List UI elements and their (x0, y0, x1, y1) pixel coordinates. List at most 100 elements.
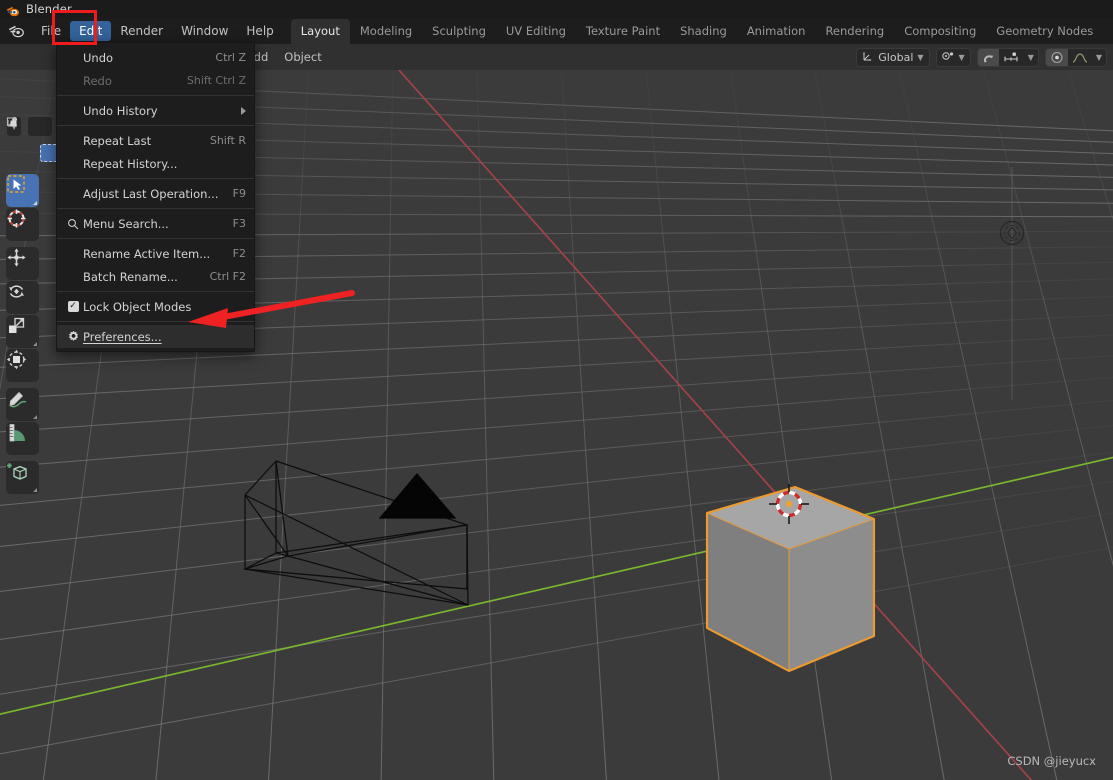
menu-separator (57, 208, 254, 209)
annotation-pointer-arrow (188, 290, 355, 328)
blender-menu-logo-icon[interactable] (8, 24, 25, 39)
menu-item-undo[interactable]: Undo Ctrl Z (57, 46, 254, 69)
tool-rotate[interactable] (6, 281, 39, 314)
menu-item-repeat-last[interactable]: Repeat Last Shift R (57, 129, 254, 152)
tab-scripting[interactable]: Scripting (1103, 19, 1113, 44)
tool-group-add (6, 461, 39, 494)
tool-submenu-indicator (33, 342, 37, 346)
menubar-item-window[interactable]: Window (172, 21, 237, 41)
checkbox-checked-icon[interactable]: ✓ (63, 301, 83, 312)
menu-item-rename-active-item-shortcut: F2 (232, 247, 246, 260)
orientation-gizmo-icon (862, 50, 874, 65)
measure-ruler-icon (9, 424, 25, 442)
select-box-icon (7, 175, 25, 193)
menu-item-repeat-history[interactable]: Repeat History... (57, 152, 254, 175)
tool-group-annotate (6, 388, 39, 455)
search-icon (63, 218, 83, 230)
chevron-down-icon: ▼ (1027, 52, 1034, 62)
watermark-text: CSDN @jieyucx (1007, 754, 1096, 768)
move-arrows-icon (7, 248, 26, 267)
menu-item-adjust-last-operation-shortcut: F9 (232, 187, 246, 200)
scale-icon (9, 317, 25, 333)
tool-transform[interactable] (6, 349, 39, 382)
smooth-falloff-icon (1072, 52, 1088, 63)
tab-rendering[interactable]: Rendering (815, 19, 894, 44)
menu-item-batch-rename-label: Batch Rename... (83, 269, 178, 284)
tool-add-cube[interactable] (6, 461, 39, 494)
menu-item-rename-active-item[interactable]: Rename Active Item... F2 (57, 242, 254, 265)
menu-item-repeat-last-shortcut: Shift R (209, 134, 246, 147)
proportional-edit-icon (1051, 51, 1063, 63)
tool-cursor[interactable] (6, 208, 39, 241)
submenu-arrow-icon (241, 106, 246, 115)
tab-compositing[interactable]: Compositing (894, 19, 986, 44)
tool-move[interactable] (6, 247, 39, 280)
blender-logo-icon (6, 3, 20, 16)
menu-item-menu-search-label: Menu Search... (83, 216, 169, 231)
snapping-controls: ▼ (976, 47, 1039, 67)
menu-item-menu-search-shortcut: F3 (232, 217, 246, 230)
gear-icon (63, 330, 83, 343)
menu-separator (57, 95, 254, 96)
object-mode-icon (6, 117, 17, 127)
3d-cursor-icon (7, 209, 26, 228)
tab-animation[interactable]: Animation (737, 19, 816, 44)
tool-submenu-indicator (33, 201, 37, 205)
menu-item-batch-rename-shortcut: Ctrl F2 (209, 270, 246, 283)
snap-increment-icon (1004, 52, 1018, 61)
menubar-item-help[interactable]: Help (237, 21, 282, 41)
transform-icon (6, 349, 27, 370)
tab-geometry-nodes[interactable]: Geometry Nodes (986, 19, 1103, 44)
axis-x-red (397, 70, 1033, 780)
top-menubar: File Edit Render Window Help Layout Mode… (0, 18, 1113, 44)
menu-separator (57, 238, 254, 239)
viewport-left-toolbar (6, 174, 39, 498)
interaction-mode-dropdown[interactable] (6, 116, 54, 137)
magnet-icon (983, 54, 993, 62)
tool-submenu-indicator (33, 415, 37, 419)
menu-item-undo-history[interactable]: Undo History (57, 99, 254, 122)
snap-target-dropdown[interactable] (999, 49, 1024, 66)
chevron-down-icon: ▼ (917, 52, 924, 62)
menu-item-repeat-history-label: Repeat History... (83, 156, 178, 171)
pivot-point-dropdown[interactable]: ▼ (935, 47, 971, 67)
tool-select-box[interactable] (6, 174, 39, 207)
menu-separator (57, 125, 254, 126)
menu-item-menu-search[interactable]: Menu Search... F3 (57, 212, 254, 235)
menu-item-undo-shortcut: Ctrl Z (215, 51, 246, 64)
menubar-item-render[interactable]: Render (111, 21, 172, 41)
menu-item-rename-active-item-label: Rename Active Item... (83, 246, 211, 261)
tab-sculpting[interactable]: Sculpting (422, 19, 496, 44)
menubar-item-edit[interactable]: Edit (70, 21, 112, 41)
tab-texture-paint[interactable]: Texture Paint (576, 19, 670, 44)
tool-scale[interactable] (6, 315, 39, 348)
tool-group-transform (6, 247, 39, 382)
pivot-point-icon (941, 50, 955, 65)
tab-shading[interactable]: Shading (670, 19, 737, 44)
transform-orientation-dropdown[interactable]: Global ▼ (856, 47, 930, 67)
window-title: Blender (26, 2, 72, 16)
proportional-editing-controls: ▼ (1044, 47, 1107, 67)
tab-modeling[interactable]: Modeling (350, 19, 422, 44)
blender-window: Blender File Edit Render Window Help Lay… (0, 0, 1113, 780)
snap-options-chevron[interactable]: ▼ (1024, 49, 1038, 66)
snap-magnet-toggle[interactable] (977, 48, 999, 66)
rotate-icon (9, 285, 24, 298)
tab-uv-editing[interactable]: UV Editing (496, 19, 576, 44)
chevron-down-icon: ▼ (1095, 52, 1102, 62)
proportional-falloff-dropdown[interactable] (1068, 49, 1092, 66)
menu-item-batch-rename[interactable]: Batch Rename... Ctrl F2 (57, 265, 254, 288)
workspace-tabs: Layout Modeling Sculpting UV Editing Tex… (290, 18, 1113, 44)
add-cube-icon (7, 463, 27, 480)
tool-annotate[interactable] (6, 388, 39, 421)
header-menu-object[interactable]: Object (276, 50, 329, 64)
tab-layout[interactable]: Layout (290, 19, 350, 44)
menu-item-redo[interactable]: Redo Shift Ctrl Z (57, 69, 254, 92)
proportional-editing-toggle[interactable] (1045, 48, 1068, 66)
menubar-item-file[interactable]: File (32, 21, 70, 41)
menu-item-adjust-last-operation[interactable]: Adjust Last Operation... F9 (57, 182, 254, 205)
tool-measure[interactable] (6, 422, 39, 455)
menu-item-repeat-last-label: Repeat Last (83, 133, 152, 148)
proportional-falloff-chevron[interactable]: ▼ (1092, 49, 1106, 66)
transform-orientation-value: Global (878, 50, 914, 64)
